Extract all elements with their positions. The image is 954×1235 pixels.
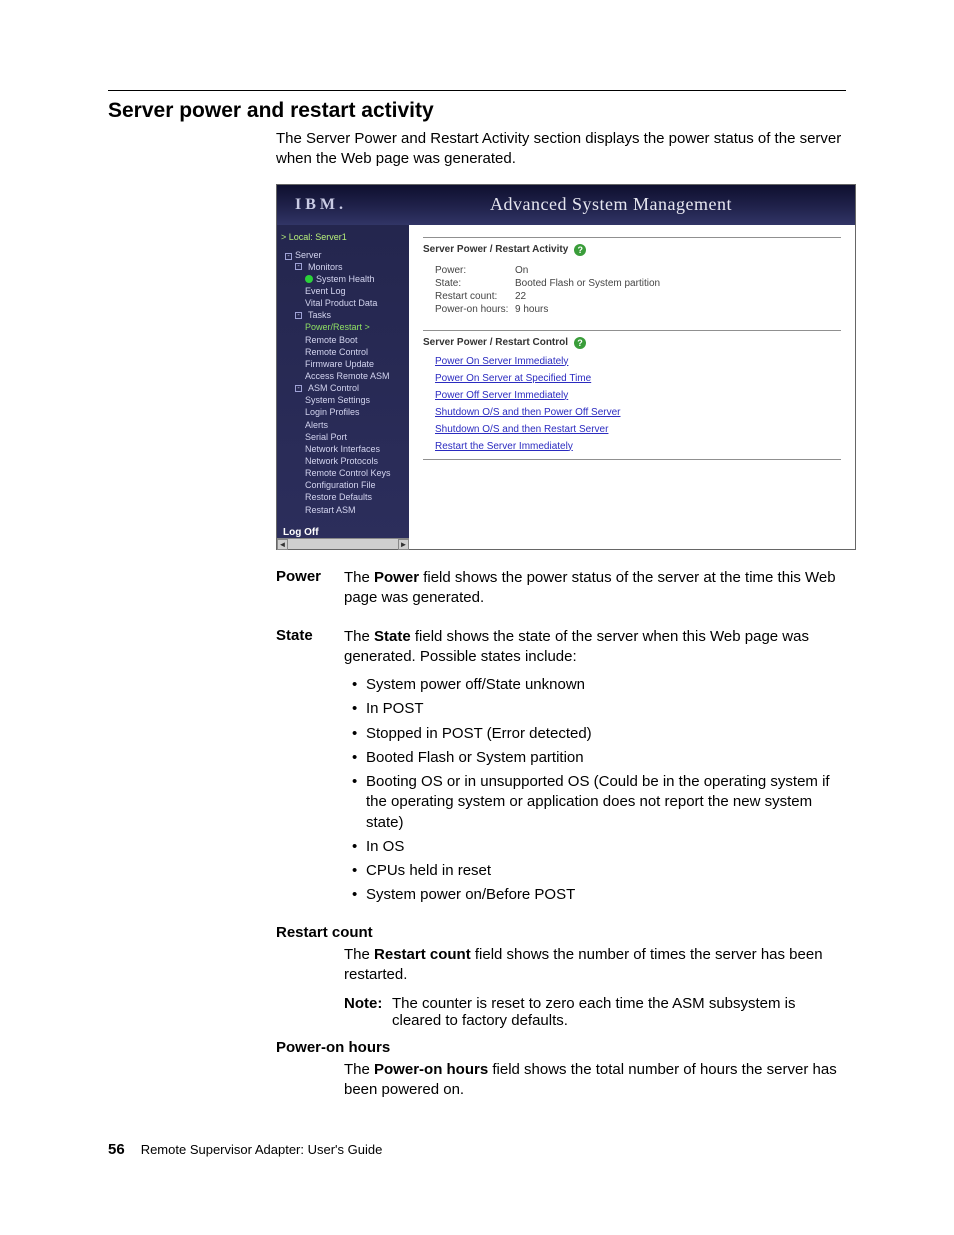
list-item: CPUs held in reset	[366, 861, 846, 881]
note-text: The counter is reset to zero each time t…	[392, 995, 846, 1029]
nav-network-protocols[interactable]: Network Protocols	[277, 455, 409, 467]
nav-network-interfaces[interactable]: Network Interfaces	[277, 443, 409, 455]
intro-paragraph: The Server Power and Restart Activity se…	[276, 129, 846, 170]
nav-event-log[interactable]: Event Log	[277, 285, 409, 297]
activity-section-title: Server Power / Restart Activity ?	[423, 244, 841, 256]
nav-remote-boot[interactable]: Remote Boot	[277, 334, 409, 346]
scroll-right-icon[interactable]: ►	[398, 539, 409, 550]
link-shutdown-restart[interactable]: Shutdown O/S and then Restart Server	[423, 421, 841, 438]
nav-monitors[interactable]: -Monitors	[277, 261, 409, 273]
book-title: Remote Supervisor Adapter: User's Guide	[141, 1142, 383, 1157]
link-power-on-immediately[interactable]: Power On Server Immediately	[423, 353, 841, 370]
ibm-logo: IBM.	[277, 196, 407, 214]
list-item: System power on/Before POST	[366, 885, 846, 905]
scroll-left-icon[interactable]: ◄	[277, 539, 288, 550]
section-heading: Server power and restart activity	[108, 99, 846, 123]
def-restart-count: Restart count The Restart count field sh…	[108, 924, 846, 1030]
link-power-on-specified[interactable]: Power On Server at Specified Time	[423, 370, 841, 387]
collapse-icon[interactable]: -	[295, 312, 302, 319]
help-icon[interactable]: ?	[574, 244, 586, 256]
list-item: System power off/State unknown	[366, 675, 846, 695]
def-term: Restart count	[276, 924, 846, 941]
list-item: Booted Flash or System partition	[366, 748, 846, 768]
collapse-icon[interactable]: -	[295, 263, 302, 270]
status-dot-icon	[305, 275, 313, 283]
page-number: 56	[108, 1141, 125, 1158]
collapse-icon[interactable]: -	[295, 385, 302, 392]
kv-state: State:Booted Flash or System partition	[423, 277, 841, 290]
state-bullet-list: System power off/State unknown In POST S…	[344, 675, 846, 906]
nav-asm-control[interactable]: -ASM Control	[277, 382, 409, 394]
link-power-off-immediately[interactable]: Power Off Server Immediately	[423, 387, 841, 404]
nav-login-profiles[interactable]: Login Profiles	[277, 406, 409, 418]
nav-restart-asm[interactable]: Restart ASM	[277, 504, 409, 516]
kv-power: Power:On	[423, 264, 841, 277]
def-power: Power The Power field shows the power st…	[108, 568, 846, 617]
nav-restore-defaults[interactable]: Restore Defaults	[277, 491, 409, 503]
kv-restart-count: Restart count:22	[423, 290, 841, 303]
def-term: Power	[276, 568, 338, 617]
link-restart-immediately[interactable]: Restart the Server Immediately	[423, 438, 841, 455]
app-titlebar: IBM. Advanced System Management	[277, 185, 855, 225]
nav-server[interactable]: -Server	[277, 249, 409, 261]
def-term: Power-on hours	[276, 1039, 846, 1056]
def-body-text: The Restart count field shows the number…	[344, 945, 846, 986]
def-poweron-hours: Power-on hours The Power-on hours field …	[108, 1039, 846, 1101]
nav-tasks[interactable]: -Tasks	[277, 309, 409, 321]
embedded-screenshot: IBM. Advanced System Management > Local:…	[276, 184, 856, 551]
list-item: Stopped in POST (Error detected)	[366, 724, 846, 744]
def-body-text: The State field shows the state of the s…	[344, 627, 846, 668]
collapse-icon[interactable]: -	[285, 253, 292, 260]
note: Note: The counter is reset to zero each …	[344, 995, 846, 1029]
list-item: Booting OS or in unsupported OS (Could b…	[366, 772, 846, 833]
nav-configuration-file[interactable]: Configuration File	[277, 479, 409, 491]
nav-power-restart[interactable]: Power/Restart >	[277, 321, 409, 333]
nav-system-health[interactable]: System Health	[277, 273, 409, 285]
list-item: In OS	[366, 837, 846, 857]
content-pane: Server Power / Restart Activity ? Power:…	[409, 225, 855, 550]
nav-scrollbar[interactable]: ◄ ►	[277, 538, 409, 549]
top-rule	[108, 90, 846, 91]
breadcrumb: > Local: Server1	[277, 229, 409, 249]
nav-serial-port[interactable]: Serial Port	[277, 431, 409, 443]
help-icon[interactable]: ?	[574, 337, 586, 349]
nav-firmware-update[interactable]: Firmware Update	[277, 358, 409, 370]
note-label: Note:	[344, 995, 392, 1029]
page-footer: 56 Remote Supervisor Adapter: User's Gui…	[108, 1141, 846, 1158]
def-state: State The State field shows the state of…	[108, 627, 846, 914]
list-item: In POST	[366, 699, 846, 719]
def-body-text: The Power-on hours field shows the total…	[344, 1060, 846, 1101]
kv-poweron-hours: Power-on hours:9 hours	[423, 303, 841, 316]
nav-remote-control[interactable]: Remote Control	[277, 346, 409, 358]
nav-vpd[interactable]: Vital Product Data	[277, 297, 409, 309]
app-title: Advanced System Management	[407, 194, 815, 215]
control-section-title: Server Power / Restart Control ?	[423, 337, 841, 349]
nav-system-settings[interactable]: System Settings	[277, 394, 409, 406]
nav-access-remote-asm[interactable]: Access Remote ASM	[277, 370, 409, 382]
nav-alerts[interactable]: Alerts	[277, 419, 409, 431]
link-shutdown-poweroff[interactable]: Shutdown O/S and then Power Off Server	[423, 404, 841, 421]
def-term: State	[276, 627, 338, 914]
nav-remote-control-keys[interactable]: Remote Control Keys	[277, 467, 409, 479]
nav-sidebar: > Local: Server1 -Server -Monitors Syste…	[277, 225, 409, 550]
def-body-text: The Power field shows the power status o…	[344, 568, 846, 609]
